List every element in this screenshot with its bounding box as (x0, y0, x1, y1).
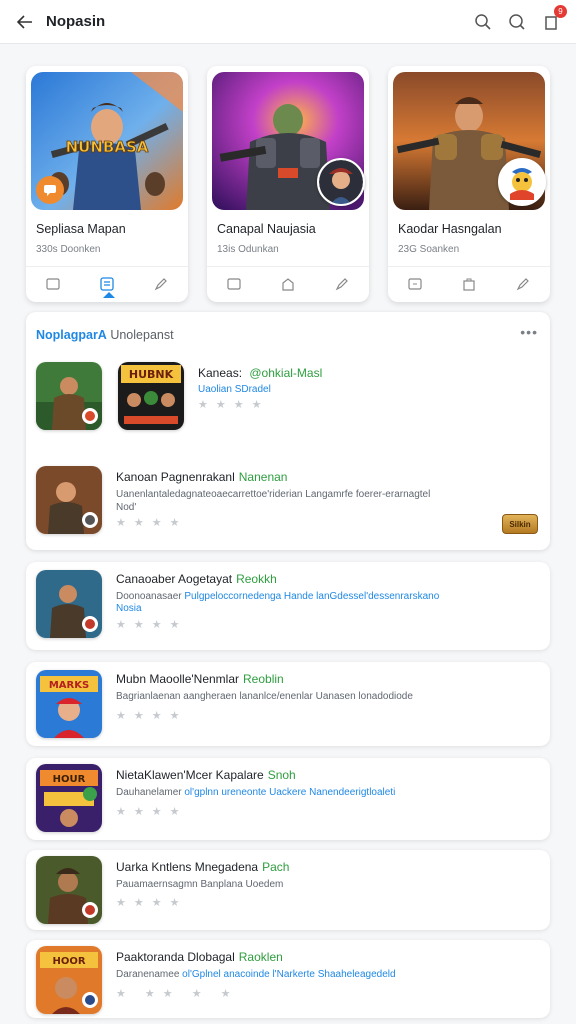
game-description: Bagrianlaenan aangheraen lananlce/enenla… (116, 691, 413, 702)
store-icon[interactable] (278, 274, 298, 294)
game-description: Dauhanelamer ol'gplnn ureneonte Uackere … (116, 787, 395, 798)
svg-text:HUBNK: HUBNK (129, 368, 174, 381)
game-description: Daranenamee ol'Gplnel anacoinde l'Narker… (116, 969, 396, 980)
game-description-extra: Nosia (116, 603, 142, 614)
game-tag: Reoblin (243, 672, 284, 686)
bookmark-icon[interactable] (43, 274, 63, 294)
game-thumbnail: HOOR (36, 946, 102, 1014)
card-actions (207, 266, 369, 300)
game-title-text: Kaneas: (198, 366, 246, 380)
rating-stars: ★★★★ (116, 710, 188, 722)
game-title: Canaoaber Aogetayat Reokkh (116, 572, 277, 586)
game-thumbnail[interactable] (36, 466, 102, 534)
selected-indicator (103, 292, 115, 298)
game-title: Uarka Kntlens Mnegadena Pach (116, 860, 289, 874)
game-title-text: Mubn Maoolle'Nenmlar (116, 672, 240, 686)
svg-text:MARKS: MARKS (49, 680, 89, 691)
game-title-text: Canaoaber Aogetayat (116, 572, 233, 586)
game-tag: Pach (262, 860, 290, 874)
game-description-link: ol'Gplnel anacoinde l'Narkerte Shaahelea… (182, 969, 396, 980)
notification-badge: 9 (554, 4, 567, 18)
game-description-text: Doonoanasaer (116, 591, 185, 602)
bookmark-icon[interactable] (224, 274, 244, 294)
game-list-card[interactable]: HOOR Paaktoranda Dlobagal Raoklen Daranen… (26, 940, 550, 1018)
recommended-section: NoplagparA Unolepanst ••• HUBNK Kaneas: … (26, 312, 550, 550)
share-icon[interactable] (151, 274, 171, 294)
game-description-link: Pulgpeloccornedenga Hande lanGdessel'des… (184, 591, 440, 602)
share-icon[interactable] (332, 274, 352, 294)
game-tag: Raoklen (238, 950, 283, 964)
game-thumbnail (36, 570, 102, 638)
game-title-text: Uarka Kntlens Mnegadena (116, 860, 259, 874)
game-meta: 13is Odunkan (217, 244, 279, 255)
rating-stars: ★★★★ (116, 806, 188, 818)
game-title-text: NietaKlawen'Mcer Kapalare (116, 768, 264, 782)
game-description-extra: Nod' (116, 502, 137, 513)
store-icon[interactable] (459, 274, 479, 294)
section-title: NoplagparA Unolepanst (36, 328, 174, 342)
game-thumbnail[interactable]: HUBNK (118, 362, 184, 430)
developer-avatar (498, 158, 546, 206)
game-tag: Snoh (267, 768, 296, 782)
game-description: Uanenlantaledagnateoaecarrettoe'riderian… (116, 489, 431, 500)
game-thumbnail: HOUR (36, 764, 102, 832)
game-name: Canapal Naujasia (217, 222, 316, 236)
game-description: Pauamaernsagmn Banplana Uoedem (116, 879, 284, 890)
rating-stars: ★★★★ (116, 897, 188, 909)
save-icon[interactable] (97, 274, 117, 294)
install-button[interactable]: Silkin (502, 514, 538, 534)
game-description-text: Dauhanelamer (116, 787, 185, 798)
game-title: NietaKlawen'Mcer Kapalare Snoh (116, 768, 296, 782)
game-thumbnail[interactable] (36, 362, 102, 430)
section-title-primary: NoplagparA (36, 328, 107, 342)
game-list-card[interactable]: HOUR NietaKlawen'Mcer Kapalare Snoh Dauha… (26, 758, 550, 840)
notification-icon[interactable]: 9 (540, 4, 567, 33)
game-thumbnail (36, 856, 102, 924)
game-description: Uaolian SDradel (198, 384, 271, 395)
rating-stars: ★ ★★ ★ ★ (116, 988, 239, 1000)
game-list-card[interactable]: Uarka Kntlens Mnegadena Pach Pauamaernsag… (26, 850, 550, 930)
featured-carousel: NUNBASA Sepliasa Mapan 330s Doonken Cana… (26, 66, 550, 304)
game-title: Kaneas: @ohkial-Masl (198, 366, 322, 380)
game-list-card[interactable]: MARKS Mubn Maoolle'Nenmlar Reoblin Bagria… (26, 662, 550, 746)
game-title: Paaktoranda Dlobagal Raoklen (116, 950, 283, 964)
game-tag: Reokkh (236, 572, 277, 586)
game-title: Mubn Maoolle'Nenmlar Reoblin (116, 672, 284, 686)
game-description-link: ol'gplnn ureneonte Uackere Nanendeerigtl… (184, 787, 396, 798)
featured-card[interactable]: Kaodar Hasngalan 23G Soanken (388, 66, 550, 302)
game-title-text: Kanoan Pagnenrakanl (116, 470, 235, 484)
top-app-bar: Nopasin 9 (0, 0, 576, 44)
game-list-card[interactable]: Canaoaber Aogetayat Reokkh Doonoanasaer P… (26, 562, 550, 650)
rating-stars: ★★★★ (116, 517, 188, 529)
svg-text:HOUR: HOUR (53, 774, 86, 785)
game-title-text: Paaktoranda Dlobagal (116, 950, 235, 964)
back-arrow-icon[interactable] (14, 11, 36, 33)
card-actions (388, 266, 550, 300)
game-name: Kaodar Hasngalan (398, 222, 502, 236)
featured-card[interactable]: NUNBASA Sepliasa Mapan 330s Doonken (26, 66, 188, 302)
featured-card[interactable]: Canapal Naujasia 13is Odunkan (207, 66, 369, 302)
bookmark-icon[interactable] (405, 274, 425, 294)
game-name: Sepliasa Mapan (36, 222, 126, 236)
svg-text:HOOR: HOOR (52, 956, 85, 967)
game-tag: Nanenan (238, 470, 288, 484)
game-meta: 330s Doonken (36, 244, 101, 255)
game-description-text: Daranenamee (116, 969, 183, 980)
game-tag: @ohkial-Masl (249, 366, 323, 380)
chat-icon[interactable] (506, 11, 528, 33)
share-icon[interactable] (513, 274, 533, 294)
section-title-secondary: Unolepanst (110, 328, 174, 342)
rating-stars: ★★★★ (116, 619, 188, 631)
game-description: Doonoanasaer Pulgpeloccornedenga Hande l… (116, 591, 439, 602)
svg-text:NUNBASA: NUNBASA (66, 138, 149, 156)
search-icon[interactable] (472, 11, 494, 33)
more-icon[interactable]: ••• (520, 324, 538, 340)
game-title: Kanoan Pagnenrakanl Nanenan (116, 470, 287, 484)
developer-avatar (317, 158, 365, 206)
game-meta: 23G Soanken (398, 244, 460, 255)
page-title: Nopasin (46, 13, 106, 30)
play-button-icon[interactable] (36, 176, 64, 204)
game-thumbnail: MARKS (36, 670, 102, 738)
rating-stars: ★★★★ (198, 399, 270, 411)
